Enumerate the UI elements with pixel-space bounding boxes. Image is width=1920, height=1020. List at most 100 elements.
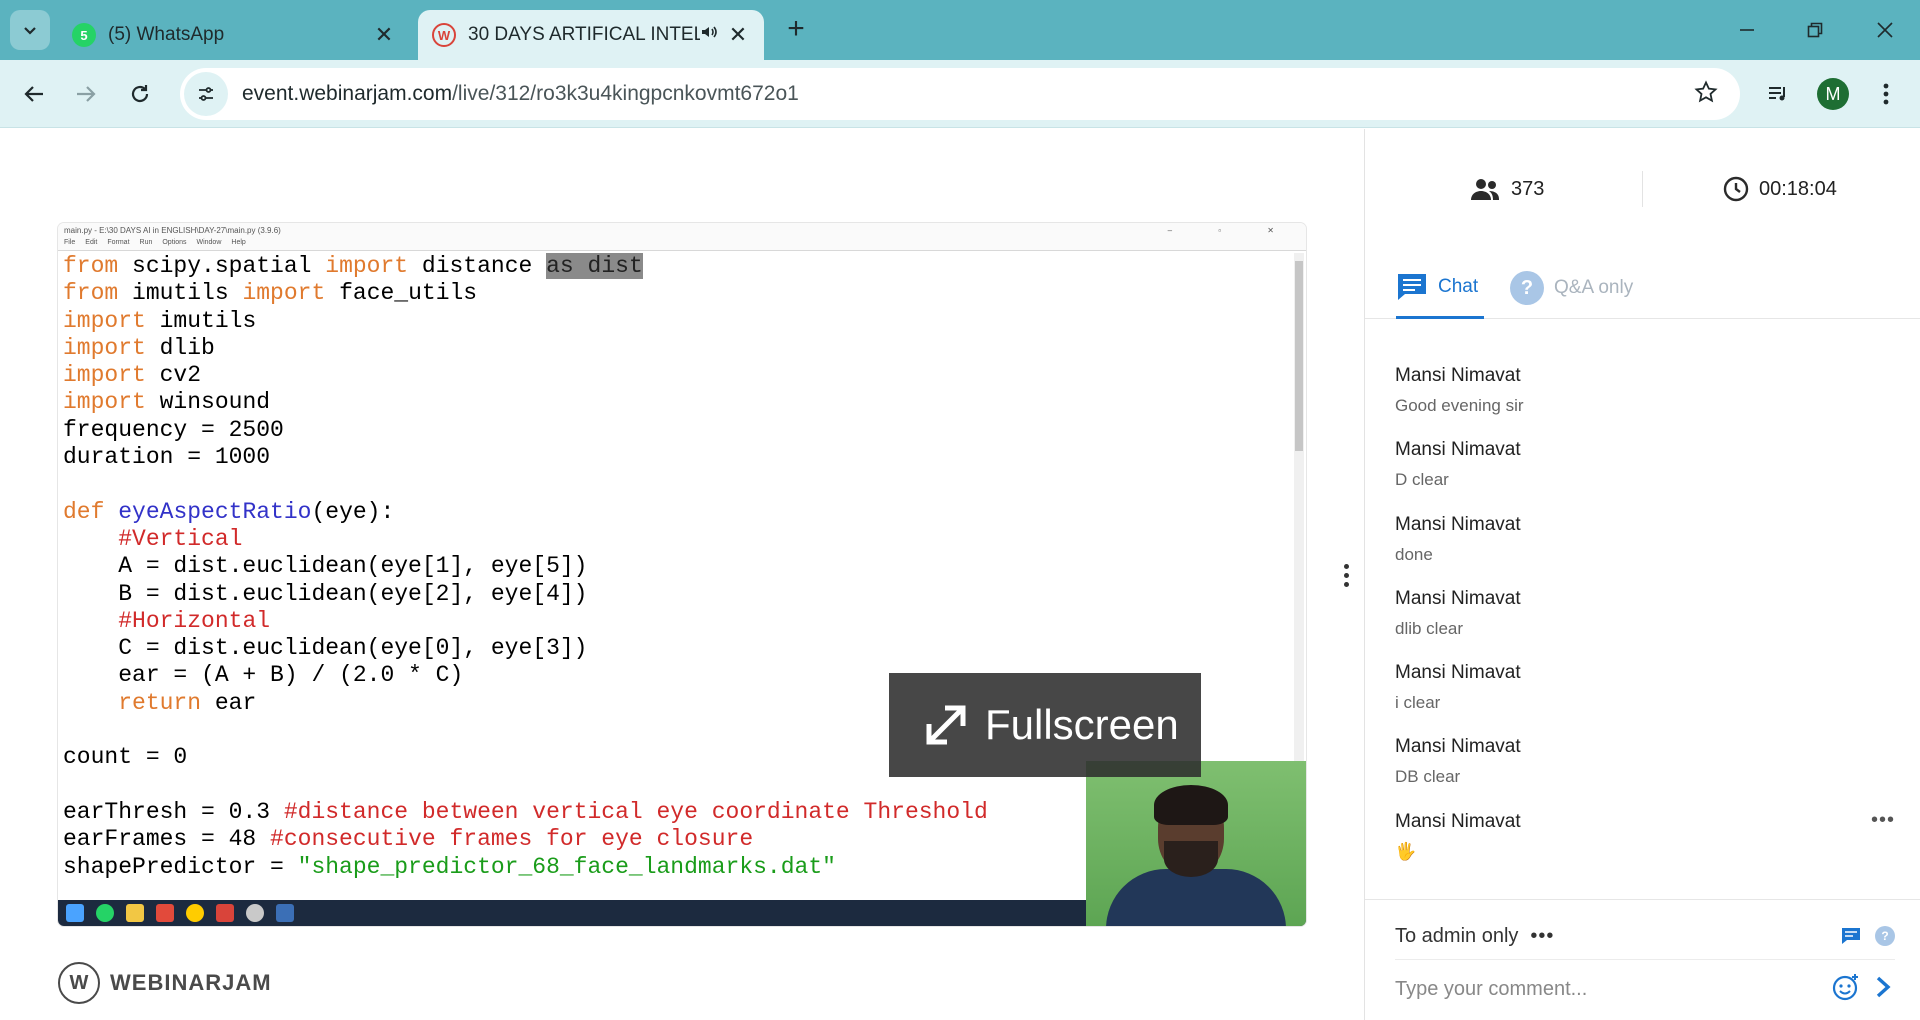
code-token: ear [201,689,257,716]
app-icon [156,904,174,922]
message-options-button[interactable]: ••• [1871,809,1895,832]
expand-arrows-icon [926,705,966,745]
message-author: Mansi Nimavat [1395,587,1521,609]
reload-button[interactable] [120,74,160,114]
code-token: distance [408,253,547,279]
shared-window-title: main.py - E:\30 DAYS AI in ENGLISH\DAY-2… [58,223,1306,239]
chat-message: Mansi Nimavat Good evening sir [1395,365,1895,439]
close-tab-icon[interactable]: ✕ [726,22,750,48]
message-text: i clear [1395,693,1441,713]
new-tab-button[interactable]: + [778,12,814,48]
code-token: import [63,389,146,416]
tab-chat[interactable]: Chat [1396,257,1485,319]
profile-avatar[interactable]: M [1817,78,1849,110]
code-token: as dist [546,253,643,279]
code-token: dlib [145,334,215,361]
arrow-left-icon [24,86,43,102]
question-mode-icon[interactable]: ? [1875,926,1895,946]
presenter-hair [1154,785,1228,825]
minimize-icon [1740,29,1754,31]
app-icon [216,904,234,922]
code-token: import [63,334,146,361]
send-chevron-icon[interactable] [1874,975,1892,999]
code-line: import dlib [63,335,1293,362]
close-icon [1877,22,1893,38]
shared-menu-item: Window [196,239,222,246]
fullscreen-button[interactable]: Fullscreen [889,673,1201,777]
brand-name: WEBINARJAM [110,970,272,995]
url-text[interactable]: event.webinarjam.com/live/312/ro3k3u4kin… [242,82,799,106]
message-author: Mansi Nimavat [1395,513,1521,535]
code-token: duration = 1000 [63,444,271,471]
restore-button[interactable] [1790,10,1840,50]
shared-menu-item: Edit [85,239,98,246]
shared-window-controls: – ▫ ✕ [1167,226,1296,235]
webinar-page: main.py - E:\30 DAYS AI in ENGLISH\DAY-2… [0,129,1920,1020]
code-token: B = dist.euclidean(eye[2], eye[4]) [63,580,588,607]
message-author: Mansi Nimavat [1395,439,1521,461]
chat-messages: Mansi Nimavat Good evening sir Mansi Nimav… [1395,365,1895,885]
screen-share-video[interactable]: main.py - E:\30 DAYS AI in ENGLISH\DAY-2… [58,223,1306,926]
tab-whatsapp[interactable]: 5 (5) WhatsApp ✕ [58,10,410,60]
fullscreen-label: Fullscreen [985,701,1179,748]
code-token: scipy.spatial [118,253,326,279]
code-line: import imutils [63,308,1293,335]
shared-menu-item: Run [139,239,153,246]
message-author: Mansi Nimavat [1395,365,1521,386]
code-token: earFrames = 48 [63,826,271,853]
chat-sidebar: 373 00:18:04 Chat ? Q&A only Mansi Nimav… [1365,129,1920,1020]
code-token: return [118,689,202,716]
tab-webinar[interactable]: W 30 DAYS ARTIFICAL INTELLIGENCE ✕ [418,10,764,60]
site-info-icon[interactable] [184,72,228,116]
message-author: Mansi Nimavat [1395,810,1521,832]
emoji-icon[interactable] [1832,973,1860,1001]
code-token: #Horizontal [118,607,271,634]
chat-mode-icon[interactable] [1841,927,1861,945]
composer-divider [1365,899,1920,900]
close-tab-icon[interactable]: ✕ [372,22,396,48]
recipient-selector[interactable]: To admin only ••• ? [1395,920,1895,952]
tab-qa-label: Q&A only [1554,277,1634,298]
url-path: /live/312/ro3k3u4kingpcnkovmt672o1 [452,82,799,105]
code-token: A = dist.euclidean(eye[1], eye[5]) [63,553,588,580]
chat-message: Mansi Nimavat 🖐 [1395,811,1895,885]
chevron-down-icon [24,27,36,35]
comment-input[interactable] [1395,971,1805,1007]
presenter-body [1106,869,1286,926]
shared-menu-item: Format [107,239,130,246]
message-text: 🖐 [1395,841,1417,861]
code-line: B = dist.euclidean(eye[2], eye[4]) [63,581,1293,608]
close-window-button[interactable] [1860,10,1910,50]
tab-title: 30 DAYS ARTIFICAL INTELLIGENCE [468,24,700,45]
windows-start-icon [66,904,84,922]
code-token: from [63,280,119,307]
recipient-options-icon[interactable]: ••• [1530,925,1554,948]
code-line: import cv2 [63,362,1293,389]
message-text: Good evening sir [1395,396,1524,415]
address-bar[interactable]: event.webinarjam.com/live/312/ro3k3u4kin… [180,68,1740,120]
shared-menu-item: File [64,239,76,246]
tab-search-button[interactable] [10,10,50,50]
code-token: shapePredictor = [63,853,298,880]
speaker-icon[interactable] [700,23,718,47]
video-options-button[interactable] [1334,553,1358,597]
bookmark-star-icon[interactable] [1694,80,1718,109]
chat-message: Mansi Nimavat D clear [1395,439,1895,513]
forward-button[interactable] [66,74,106,114]
viewer-count: 373 [1469,169,1544,209]
tab-title: (5) WhatsApp [108,24,225,45]
minimize-button[interactable] [1722,10,1772,50]
media-control-button[interactable] [1758,74,1798,114]
tab-qa-only[interactable]: ? Q&A only [1510,257,1633,319]
viewer-count-value: 373 [1511,177,1545,200]
shared-window-menu: File Edit Format Run Options Window Help [58,239,1306,251]
code-token: import [242,280,326,307]
code-token: #consecutive frames for eye closure [270,826,754,853]
browser-menu-button[interactable] [1866,74,1906,114]
code-token: import [63,362,146,389]
code-line: frequency = 2500 [63,417,1293,444]
back-button[interactable] [14,74,54,114]
